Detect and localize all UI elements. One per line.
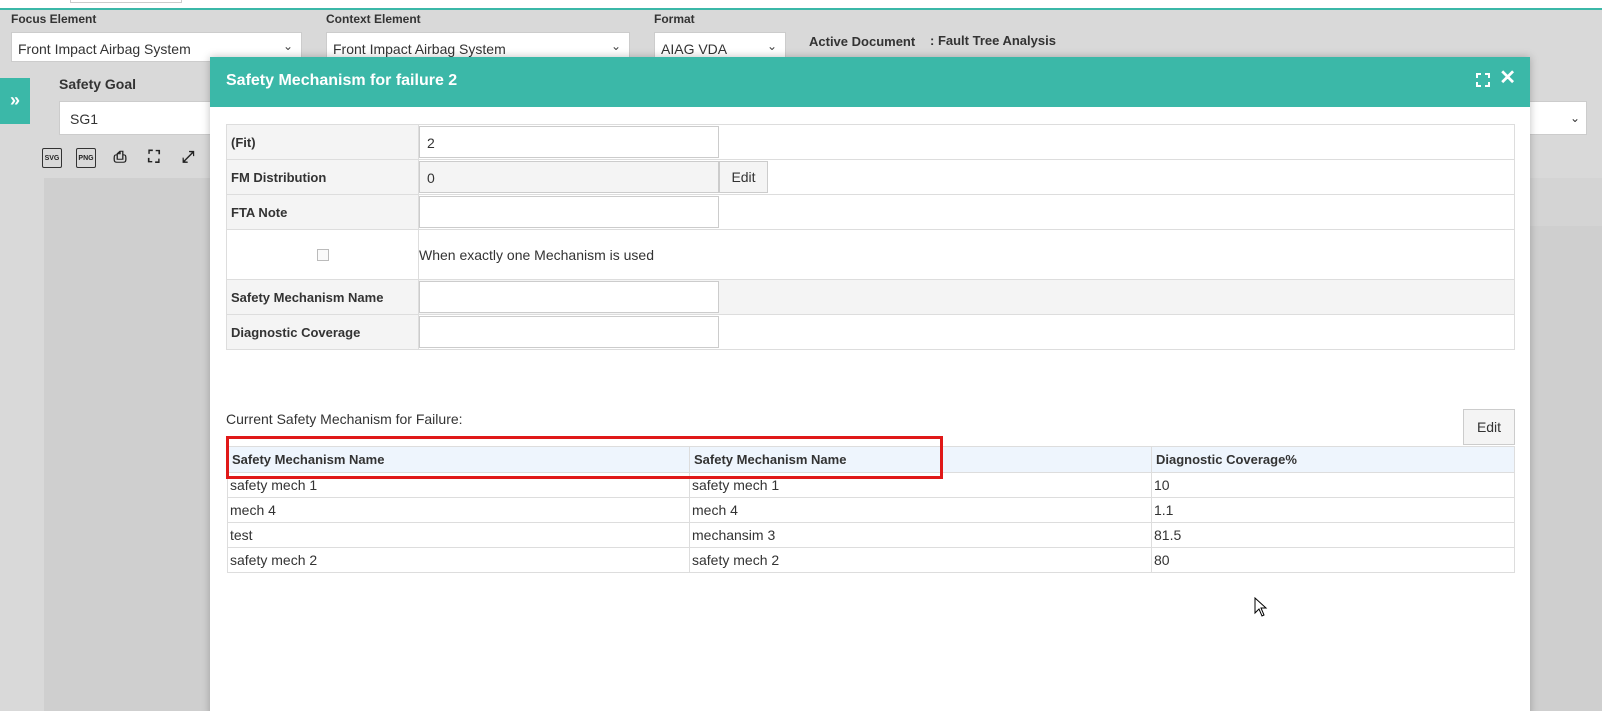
diagnostic-coverage-input[interactable] [419,316,719,348]
top-tab[interactable] [70,0,182,3]
table-cell: safety mech 2 [227,547,690,573]
checkbox-cell [227,230,419,279]
column-header[interactable]: Safety Mechanism Name [689,446,1152,473]
column-header[interactable]: Diagnostic Coverage% [1151,446,1515,473]
fta-note-label: FTA Note [227,195,419,229]
safety-goal-label: Safety Goal [59,76,137,92]
fm-distribution-edit-button[interactable]: Edit [719,161,768,193]
chevron-down-icon: ⌄ [766,39,777,53]
safety-mechanism-table: Safety Mechanism Name Safety Mechanism N… [227,446,1515,573]
chevron-down-icon: ⌄ [1569,111,1580,125]
fta-note-input[interactable] [419,196,719,228]
sm-name-input[interactable] [419,281,719,313]
current-mechanism-bar: Current Safety Mechanism for Failure: Ed… [226,409,1515,445]
modal-title: Safety Mechanism for failure 2 [226,72,458,89]
safety-mechanism-form: (Fit) 2 FM Distribution 0 Edit FTA Note … [226,124,1515,350]
fit-input[interactable]: 2 [419,126,719,158]
safety-mechanism-modal: Safety Mechanism for failure 2 ✕ (Fit) 2… [210,57,1530,711]
table-cell: 81.5 [1151,522,1515,548]
diagnostic-coverage-label: Diagnostic Coverage [227,315,419,349]
canvas-side-bar [1530,178,1602,226]
diagram-toolbar: SVG PNG ⎙ ⛶ ⤢ [42,148,198,168]
export-png-icon[interactable]: PNG [76,148,96,168]
sm-name-row: Safety Mechanism Name [226,280,1515,315]
table-header-row: Safety Mechanism Name Safety Mechanism N… [227,446,1515,473]
active-document-value: : Fault Tree Analysis [930,33,1056,48]
maximize-icon[interactable] [1476,73,1490,87]
chevron-down-icon: ⌄ [610,39,621,53]
focus-element-label: Focus Element [11,12,97,26]
format-label: Format [654,12,695,26]
format-value: AIAG VDA [661,41,728,57]
sm-name-label: Safety Mechanism Name [227,280,419,314]
single-mechanism-text: When exactly one Mechanism is used [419,247,654,263]
table-cell: mech 4 [689,497,1152,523]
context-element-label: Context Element [326,12,421,26]
fm-distribution-input: 0 [419,161,719,193]
context-element-value: Front Impact Airbag System [333,41,506,57]
print-icon[interactable]: ⎙ [110,148,130,168]
safety-goal-select[interactable]: SG1 [59,101,219,135]
focus-element-value: Front Impact Airbag System [18,41,191,57]
fit-to-screen-icon[interactable]: ⤢ [178,148,198,168]
double-chevron-right-icon: » [9,90,20,110]
table-cell: mech 4 [227,497,690,523]
table-row[interactable]: test mechansim 3 81.5 [227,522,1515,548]
fm-distribution-label: FM Distribution [227,160,419,194]
fit-row: (Fit) 2 [226,125,1515,160]
close-icon[interactable]: ✕ [1499,68,1516,88]
table-cell: safety mech 1 [227,472,690,498]
table-row[interactable]: safety mech 2 safety mech 2 80 [227,547,1515,573]
current-mechanism-label: Current Safety Mechanism for Failure: [226,411,463,427]
table-cell: safety mech 1 [689,472,1152,498]
filter-bar: Focus Element Front Impact Airbag System… [0,12,1602,62]
sidebar-toggle-button[interactable]: » [0,78,30,124]
fullscreen-icon[interactable]: ⛶ [144,148,164,168]
table-cell: mechansim 3 [689,522,1152,548]
chevron-down-icon: ⌄ [282,39,293,53]
table-row[interactable]: safety mech 1 safety mech 1 10 [227,472,1515,498]
single-mechanism-checkbox[interactable] [316,248,329,261]
active-document-label: Active Document [809,34,916,49]
diagnostic-coverage-row: Diagnostic Coverage [226,315,1515,350]
mouse-cursor-icon [1254,597,1268,617]
table-cell: test [227,522,690,548]
safety-goal-value: SG1 [70,111,99,127]
modal-header: Safety Mechanism for failure 2 ✕ [210,57,1530,107]
export-svg-icon[interactable]: SVG [42,148,62,168]
table-row[interactable]: mech 4 mech 4 1.1 [227,497,1515,523]
fm-distribution-row: FM Distribution 0 Edit [226,160,1515,195]
current-mechanism-edit-button[interactable]: Edit [1463,409,1515,445]
fta-note-row: FTA Note [226,195,1515,230]
table-cell: 80 [1151,547,1515,573]
fit-label: (Fit) [227,125,419,159]
column-header[interactable]: Safety Mechanism Name [227,446,690,473]
top-strip [0,0,1602,10]
table-cell: 10 [1151,472,1515,498]
table-cell: 1.1 [1151,497,1515,523]
single-mechanism-row: When exactly one Mechanism is used [226,230,1515,280]
table-cell: safety mech 2 [689,547,1152,573]
